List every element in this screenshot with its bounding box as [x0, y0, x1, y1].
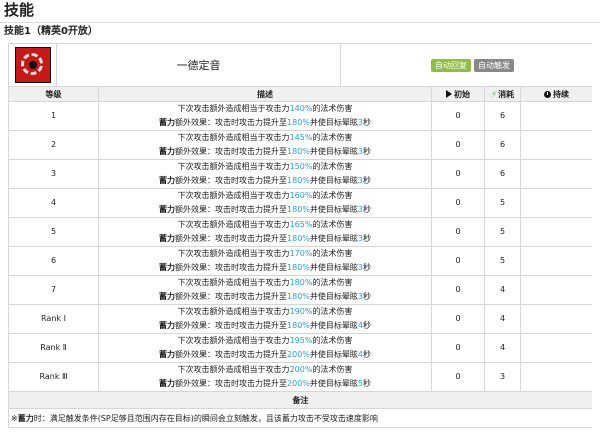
skill-table-container: 一德定音 自动回复 自动触发 等级 描述 初始 ⚡消耗 持续 1 下次攻击额外造成相…: [8, 43, 592, 431]
table-row: Rank Ⅱ 下次攻击额外造成相当于攻击力195%的法术伤害 蓄力额外效果：攻击时攻…: [8, 333, 592, 363]
level-cell: 2: [8, 130, 99, 160]
cost-cell: 3: [484, 362, 521, 392]
duration-cell: [520, 101, 592, 131]
title-divider: [0, 22, 600, 23]
clock-icon: [544, 90, 551, 98]
cost-cell: 6: [484, 130, 521, 160]
skill-subtitle: 技能1（精英0开放）: [4, 26, 98, 37]
duration-cell: [520, 246, 592, 276]
description-cell: 下次攻击额外造成相当于攻击力170%的法术伤害 蓄力额外效果：攻击时攻击力提升至1…: [98, 246, 432, 276]
skill-tags: 自动回复 自动触发: [340, 43, 592, 87]
initial-cell: 0: [431, 188, 485, 218]
initial-cell: 0: [431, 159, 485, 189]
col-description: 描述: [98, 86, 432, 102]
level-cell: 3: [8, 159, 99, 189]
tag-auto-trigger: 自动触发: [474, 58, 514, 72]
cost-cell: 5: [484, 188, 521, 218]
description-cell: 下次攻击额外造成相当于攻击力190%的法术伤害 蓄力额外效果：攻击时攻击力提升至1…: [98, 304, 432, 334]
initial-cell: 0: [431, 246, 485, 276]
skill-icon: [14, 47, 51, 83]
table-row: 5 下次攻击额外造成相当于攻击力165%的法术伤害 蓄力额外效果：攻击时攻击力提升至…: [8, 217, 592, 247]
level-cell: 6: [8, 246, 99, 276]
table-row: Rank Ⅲ 下次攻击额外造成相当于攻击力200%的法术伤害 蓄力额外效果：攻击时攻…: [8, 362, 592, 392]
description-cell: 下次攻击额外造成相当于攻击力165%的法术伤害 蓄力额外效果：攻击时攻击力提升至1…: [98, 217, 432, 247]
cost-cell: 4: [484, 275, 521, 305]
level-cell: 4: [8, 188, 99, 218]
col-initial: 初始: [431, 86, 485, 102]
initial-cell: 0: [431, 275, 485, 305]
table-row: 2 下次攻击额外造成相当于攻击力145%的法术伤害 蓄力额外效果：攻击时攻击力提升至…: [8, 130, 592, 160]
cost-cell: 5: [484, 246, 521, 276]
lightning-icon: ⚡: [490, 89, 498, 100]
description-cell: 下次攻击额外造成相当于攻击力195%的法术伤害 蓄力额外效果：攻击时攻击力提升至2…: [98, 333, 432, 363]
initial-cell: 0: [431, 130, 485, 160]
description-cell: 下次攻击额外造成相当于攻击力160%的法术伤害 蓄力额外效果：攻击时攻击力提升至1…: [98, 188, 432, 218]
duration-cell: [520, 130, 592, 160]
cost-cell: 4: [484, 304, 521, 334]
duration-cell: [520, 188, 592, 218]
description-cell: 下次攻击额外造成相当于攻击力180%的法术伤害 蓄力额外效果：攻击时攻击力提升至1…: [98, 275, 432, 305]
table-row: 4 下次攻击额外造成相当于攻击力160%的法术伤害 蓄力额外效果：攻击时攻击力提升至…: [8, 188, 592, 218]
notes-text: ※蓄力时：满足触发条件(SP足够且范围内存在目标)的瞬间会立刻触发，且该蓄力攻击…: [8, 408, 592, 428]
skill-icon-cell: [8, 43, 57, 87]
initial-cell: 0: [431, 304, 485, 334]
description-cell: 下次攻击额外造成相当于攻击力150%的法术伤害 蓄力额外效果：攻击时攻击力提升至1…: [98, 159, 432, 189]
table-row: 6 下次攻击额外造成相当于攻击力170%的法术伤害 蓄力额外效果：攻击时攻击力提升至…: [8, 246, 592, 276]
col-duration: 持续: [520, 86, 592, 102]
page-title: 技能: [4, 1, 35, 19]
cost-cell: 6: [484, 159, 521, 189]
table-row: Rank Ⅰ 下次攻击额外造成相当于攻击力190%的法术伤害 蓄力额外效果：攻击时攻…: [8, 304, 592, 334]
initial-cell: 0: [431, 333, 485, 363]
skill-table: 一德定音 自动回复 自动触发 等级 描述 初始 ⚡消耗 持续 1 下次攻击额外造成相…: [8, 43, 592, 428]
cost-cell: 6: [484, 101, 521, 131]
table-row: 1 下次攻击额外造成相当于攻击力140%的法术伤害 蓄力额外效果：攻击时攻击力提升至…: [8, 101, 592, 131]
cost-cell: 5: [484, 217, 521, 247]
description-cell: 下次攻击额外造成相当于攻击力145%的法术伤害 蓄力额外效果：攻击时攻击力提升至1…: [98, 130, 432, 160]
skill-name: 一德定音: [56, 43, 341, 87]
initial-cell: 0: [431, 362, 485, 392]
duration-cell: [520, 275, 592, 305]
level-cell: 7: [8, 275, 99, 305]
duration-cell: [520, 333, 592, 363]
description-cell: 下次攻击额外造成相当于攻击力200%的法术伤害 蓄力额外效果：攻击时攻击力提升至2…: [98, 362, 432, 392]
initial-cell: 0: [431, 217, 485, 247]
level-cell: Rank Ⅲ: [8, 362, 99, 392]
duration-cell: [520, 362, 592, 392]
col-cost: ⚡消耗: [484, 86, 521, 102]
duration-cell: [520, 159, 592, 189]
tag-auto-recovery: 自动回复: [431, 58, 471, 72]
play-icon: [446, 89, 452, 98]
table-row: 7 下次攻击额外造成相当于攻击力180%的法术伤害 蓄力额外效果：攻击时攻击力提升至…: [8, 275, 592, 305]
cost-cell: 4: [484, 333, 521, 363]
duration-cell: [520, 217, 592, 247]
level-cell: Rank Ⅰ: [8, 304, 99, 334]
table-row: 3 下次攻击额外造成相当于攻击力150%的法术伤害 蓄力额外效果：攻击时攻击力提升至…: [8, 159, 592, 189]
col-level: 等级: [8, 86, 99, 102]
description-cell: 下次攻击额外造成相当于攻击力140%的法术伤害 蓄力额外效果：攻击时攻击力提升至1…: [98, 101, 432, 131]
notes-header: 备注: [8, 391, 592, 409]
level-cell: 1: [8, 101, 99, 131]
duration-cell: [520, 304, 592, 334]
level-cell: 5: [8, 217, 99, 247]
initial-cell: 0: [431, 101, 485, 131]
level-cell: Rank Ⅱ: [8, 333, 99, 363]
